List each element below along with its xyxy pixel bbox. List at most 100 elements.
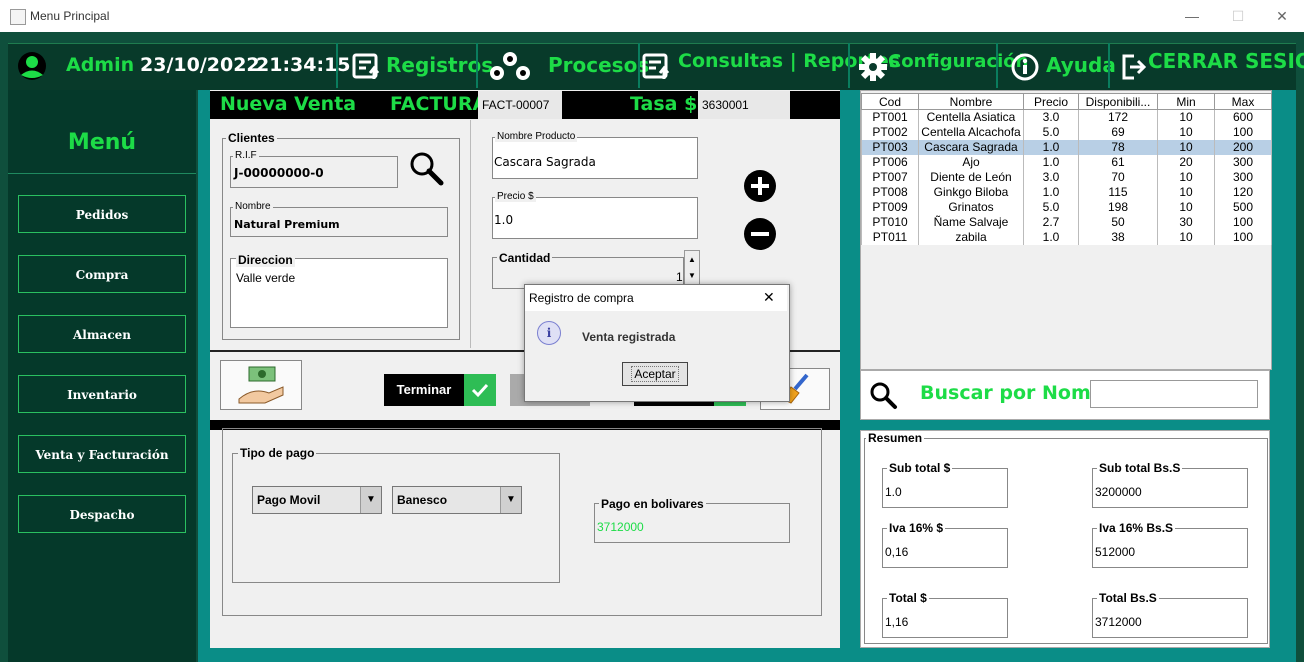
cerrar-sesion-button[interactable]: CERRAR SESION xyxy=(1108,43,1304,88)
table-row[interactable]: PT007 Diente de León 3.0 70 10 300 xyxy=(861,170,1272,185)
subtotal-bs-label: Sub total Bs.S xyxy=(1097,461,1183,475)
sidebar-title: Menú xyxy=(67,130,137,155)
tipo-pago-select[interactable]: Pago Movil ▼ xyxy=(252,486,382,514)
products-table: Cod Nombre Precio Disponibili... Min Max… xyxy=(861,93,1272,245)
sidebar-item-almacen[interactable]: Almacen xyxy=(18,315,186,353)
bolivares-value[interactable]: 3712000 xyxy=(597,520,644,534)
cell: Ñame Salvaje xyxy=(918,215,1024,230)
sidebar-item-inventario[interactable]: Inventario xyxy=(18,375,186,413)
table-row[interactable]: PT009 Grinatos 5.0 198 10 500 xyxy=(861,200,1272,215)
clientes-label: Clientes xyxy=(226,131,277,145)
cell: 38 xyxy=(1078,230,1158,245)
col-disponibilidad[interactable]: Disponibili... xyxy=(1078,93,1158,110)
info-icon: i xyxy=(537,321,561,345)
table-row[interactable]: PT011 zabila 1.0 38 10 100 xyxy=(861,230,1272,245)
cell: 20 xyxy=(1157,155,1215,170)
procesos-icon xyxy=(490,52,530,80)
cell: 5.0 xyxy=(1023,200,1079,215)
chevron-down-icon[interactable]: ▼ xyxy=(500,487,521,513)
chevron-down-icon[interactable]: ▼ xyxy=(360,487,381,513)
cantidad-spinner[interactable]: ▲ ▼ xyxy=(684,250,700,286)
menu-consultas[interactable]: Consultas | Reportes xyxy=(638,43,900,88)
cell: PT010 xyxy=(861,215,919,230)
total-bs-label: Total Bs.S xyxy=(1097,591,1159,605)
cell: 300 xyxy=(1214,155,1272,170)
cell: 100 xyxy=(1214,125,1272,140)
gear-icon xyxy=(859,53,887,81)
tipo-pago-value: Pago Movil xyxy=(257,493,321,507)
cell: 10 xyxy=(1157,230,1215,245)
tasa-title: Tasa $ xyxy=(630,93,698,115)
dialog-close-icon[interactable]: ✕ xyxy=(763,289,775,306)
close-window-button[interactable]: ✕ xyxy=(1272,6,1292,26)
spinner-up-icon[interactable]: ▲ xyxy=(685,251,699,268)
col-nombre[interactable]: Nombre xyxy=(918,93,1024,110)
payment-button[interactable] xyxy=(220,360,302,410)
menu-registros[interactable]: Registros xyxy=(336,43,493,88)
user-name: Admin xyxy=(66,54,135,76)
sidebar-item-compra[interactable]: Compra xyxy=(18,255,186,293)
sidebar: Menú Pedidos Compra Almacen Inventario V… xyxy=(8,90,196,662)
table-row[interactable]: PT001 Centella Asiatica 3.0 172 10 600 xyxy=(861,109,1272,125)
cell: 10 xyxy=(1157,185,1215,200)
cell: 50 xyxy=(1078,215,1158,230)
table-row[interactable]: PT002 Centella Alcachofa 5.0 69 10 100 xyxy=(861,125,1272,140)
cell: Grinatos xyxy=(918,200,1024,215)
col-cod[interactable]: Cod xyxy=(861,93,919,110)
cell: Centella Asiatica xyxy=(918,109,1024,125)
dialog-titlebar: Registro de compra ✕ xyxy=(525,285,787,311)
table-row[interactable]: PT006 Ajo 1.0 61 20 300 xyxy=(861,155,1272,170)
table-row[interactable]: PT008 Ginkgo Biloba 1.0 115 10 120 xyxy=(861,185,1272,200)
nueva-venta-title: Nueva Venta xyxy=(220,93,357,115)
maximize-button[interactable]: ☐ xyxy=(1228,6,1248,26)
money-hand-icon xyxy=(238,366,284,404)
cell: 300 xyxy=(1214,170,1272,185)
col-min[interactable]: Min xyxy=(1157,93,1215,110)
producto-nombre-input[interactable]: Cascara Sagrada xyxy=(494,155,596,169)
banco-select[interactable]: Banesco ▼ xyxy=(392,486,522,514)
menu-ayuda-label: Ayuda xyxy=(1046,53,1116,77)
dialog-ok-button[interactable]: Aceptar xyxy=(622,362,688,386)
nombre-input[interactable]: Natural Premium xyxy=(234,218,340,231)
cell: 500 xyxy=(1214,200,1272,215)
cell: 1.0 xyxy=(1023,185,1079,200)
precio-input[interactable]: 1.0 xyxy=(494,213,513,227)
terminar-check-icon[interactable] xyxy=(464,374,496,406)
bolivares-label: Pago en bolivares xyxy=(599,497,706,511)
cell: Centella Alcachofa xyxy=(918,125,1024,140)
terminar-button[interactable]: Terminar xyxy=(384,374,464,406)
sidebar-item-pedidos[interactable]: Pedidos xyxy=(18,195,186,233)
menu-procesos[interactable]: Procesos xyxy=(476,43,649,88)
add-product-icon[interactable] xyxy=(742,168,778,204)
total-usd-value[interactable]: 1,16 xyxy=(885,615,908,629)
search-input[interactable] xyxy=(1090,380,1258,408)
cell: 61 xyxy=(1078,155,1158,170)
table-row[interactable]: PT010 Ñame Salvaje 2.7 50 30 100 xyxy=(861,215,1272,230)
remove-product-icon[interactable] xyxy=(742,216,778,252)
rif-input[interactable]: J-00000000-0 xyxy=(234,166,324,180)
resumen-label: Resumen xyxy=(866,431,925,445)
info-icon xyxy=(1011,53,1039,81)
sidebar-item-despacho[interactable]: Despacho xyxy=(18,495,186,533)
direccion-input[interactable]: Valle verde xyxy=(236,271,295,285)
col-max[interactable]: Max xyxy=(1214,93,1272,110)
col-precio[interactable]: Precio xyxy=(1023,93,1079,110)
sidebar-item-venta-facturacion[interactable]: Venta y Facturación xyxy=(18,435,186,473)
cell: PT008 xyxy=(861,185,919,200)
factura-title: FACTURA xyxy=(390,93,488,115)
cell: PT002 xyxy=(861,125,919,140)
spinner-down-icon[interactable]: ▼ xyxy=(685,268,699,284)
total-bs-value[interactable]: 3712000 xyxy=(1095,615,1142,629)
precio-group xyxy=(492,197,698,239)
total-usd-label: Total $ xyxy=(887,591,929,605)
menu-configuracion[interactable]: Configuracióṅ xyxy=(848,43,1028,88)
search-client-icon[interactable] xyxy=(408,150,444,186)
iva-bs-value[interactable]: 512000 xyxy=(1095,545,1135,559)
subtotal-bs-value[interactable]: 3200000 xyxy=(1095,485,1142,499)
iva-usd-value[interactable]: 0,16 xyxy=(885,545,908,559)
cantidad-input[interactable]: 1 xyxy=(676,270,683,284)
subtotal-usd-value[interactable]: 1.0 xyxy=(885,485,902,499)
minimize-button[interactable]: — xyxy=(1182,6,1202,26)
table-row-selected[interactable]: PT003 Cascara Sagrada 1.0 78 10 200 xyxy=(861,140,1272,155)
menu-ayuda[interactable]: Ayuda xyxy=(996,43,1116,88)
